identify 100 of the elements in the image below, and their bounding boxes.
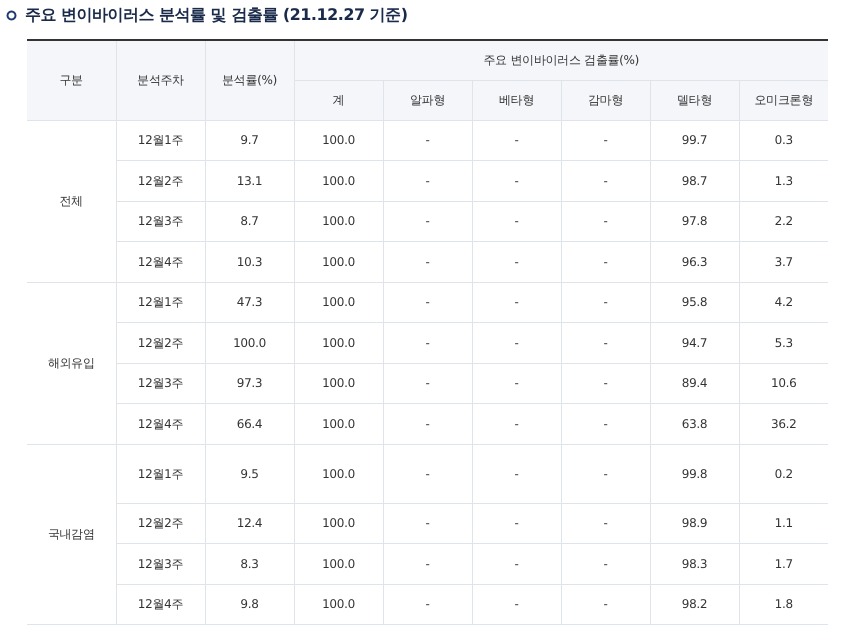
table-cell: 12월2주	[138, 516, 184, 530]
column-header: 감마형	[588, 93, 624, 107]
table-cell: -	[514, 174, 519, 188]
table-cell: 12월2주	[138, 174, 184, 188]
table-cell: 100.0	[322, 466, 355, 480]
table-cell: 100.0	[322, 516, 355, 530]
group-label: 국내감염	[48, 527, 95, 542]
bullet-icon	[6, 10, 17, 20]
table-cell: 94.7	[682, 336, 708, 350]
table-cell: 9.7	[240, 133, 259, 148]
table-cell: 2.2	[774, 214, 793, 228]
column-header: 구분	[60, 73, 83, 88]
table-cell: -	[425, 597, 430, 612]
table-cell: -	[514, 597, 519, 612]
column-header: 베타형	[498, 93, 534, 107]
table-cell: 89.4	[682, 376, 708, 390]
table-cell: 63.8	[682, 416, 708, 431]
table-cell: -	[425, 295, 430, 310]
table-cell: -	[425, 336, 430, 350]
table-cell: 96.3	[682, 254, 708, 269]
table-cell: 100.0	[233, 336, 266, 350]
table-cell: -	[603, 556, 608, 571]
table-cell: 1.8	[774, 597, 793, 612]
table-cell: 100.0	[322, 295, 355, 310]
table-cell: 100.0	[322, 336, 355, 350]
table-cell: 100.0	[322, 174, 355, 188]
table-cell: -	[514, 466, 519, 480]
table-cell: 12월4주	[138, 416, 184, 431]
table-cell: 0.2	[774, 466, 793, 480]
table-cell: 4.2	[774, 295, 793, 310]
table-cell: 9.8	[240, 597, 259, 612]
table-cell: -	[425, 516, 430, 530]
table-cell: 12월3주	[138, 556, 184, 571]
table-cell: 5.3	[774, 336, 793, 350]
table-cell: -	[514, 133, 519, 148]
table-cell: 36.2	[770, 416, 797, 431]
table-cell: 12월3주	[138, 214, 184, 228]
table-cell: -	[425, 376, 430, 390]
table-cell: 12월4주	[138, 254, 184, 269]
table-cell: 98.7	[682, 174, 708, 188]
table-cell: 98.9	[682, 516, 708, 530]
table-cell: -	[603, 133, 608, 148]
column-header: 델타형	[676, 93, 712, 107]
table-cell: 99.7	[682, 133, 708, 148]
table-cell: -	[514, 376, 519, 390]
table-cell: -	[514, 416, 519, 431]
table-cell: 95.8	[682, 295, 708, 310]
table-cell: 99.8	[682, 466, 708, 480]
table-cell: 97.8	[682, 214, 708, 228]
table-cell: 97.3	[236, 376, 262, 390]
table-cell: -	[514, 214, 519, 228]
column-header: 분석률(%)	[222, 73, 277, 88]
column-header: 알파형	[410, 93, 446, 107]
table-cell: -	[603, 597, 608, 612]
table-cell: 98.2	[682, 597, 708, 612]
table-cell: -	[425, 556, 430, 571]
table-cell: -	[603, 254, 608, 269]
column-header: 주요 변이바이러스 검출률(%)	[483, 53, 640, 68]
section-title: 주요 변이바이러스 분석률 및 검출률 (21.12.27 기준)	[25, 4, 408, 26]
table-cell: -	[425, 416, 430, 431]
table-cell: 98.3	[682, 556, 708, 571]
table-cell: 12월2주	[138, 336, 184, 350]
table-cell: -	[603, 416, 608, 431]
table-cell: 8.3	[240, 556, 259, 571]
table-cell: 12월4주	[138, 597, 184, 612]
table-cell: -	[603, 376, 608, 390]
table-cell: -	[425, 174, 430, 188]
table-cell: 13.1	[236, 174, 262, 188]
table-cell: 100.0	[322, 376, 355, 390]
table-cell: 10.6	[770, 376, 797, 390]
table-cell: -	[603, 214, 608, 228]
column-header: 계	[332, 93, 344, 107]
table-cell: 3.7	[774, 254, 793, 269]
table-cell: -	[514, 556, 519, 571]
table-cell: 9.5	[240, 466, 259, 480]
table-cell: -	[514, 295, 519, 310]
column-header: 분석주차	[137, 73, 184, 88]
table-cell: 1.1	[774, 516, 793, 530]
table-cell: -	[425, 466, 430, 480]
table-cell: -	[514, 336, 519, 350]
table-cell: -	[425, 133, 430, 148]
table-cell: 12월1주	[138, 466, 184, 480]
table-cell: 100.0	[322, 597, 355, 612]
table-cell: -	[425, 254, 430, 269]
group-label: 전체	[60, 194, 83, 208]
table-cell: 0.3	[774, 133, 793, 148]
group-label: 해외유입	[48, 356, 95, 370]
table-cell: 12.4	[236, 516, 262, 530]
table-cell: -	[425, 214, 430, 228]
table-cell: 12월3주	[138, 376, 184, 390]
table-cell: 8.7	[240, 214, 259, 228]
table-cell: 12월1주	[138, 295, 184, 310]
table-cell: 1.7	[774, 556, 793, 571]
table-cell: -	[514, 516, 519, 530]
table-cell: -	[514, 254, 519, 269]
table-cell: -	[603, 466, 608, 480]
table-cell: -	[603, 336, 608, 350]
table-cell: -	[603, 516, 608, 530]
table-cell: 100.0	[322, 214, 355, 228]
table-cell: 100.0	[322, 556, 355, 571]
